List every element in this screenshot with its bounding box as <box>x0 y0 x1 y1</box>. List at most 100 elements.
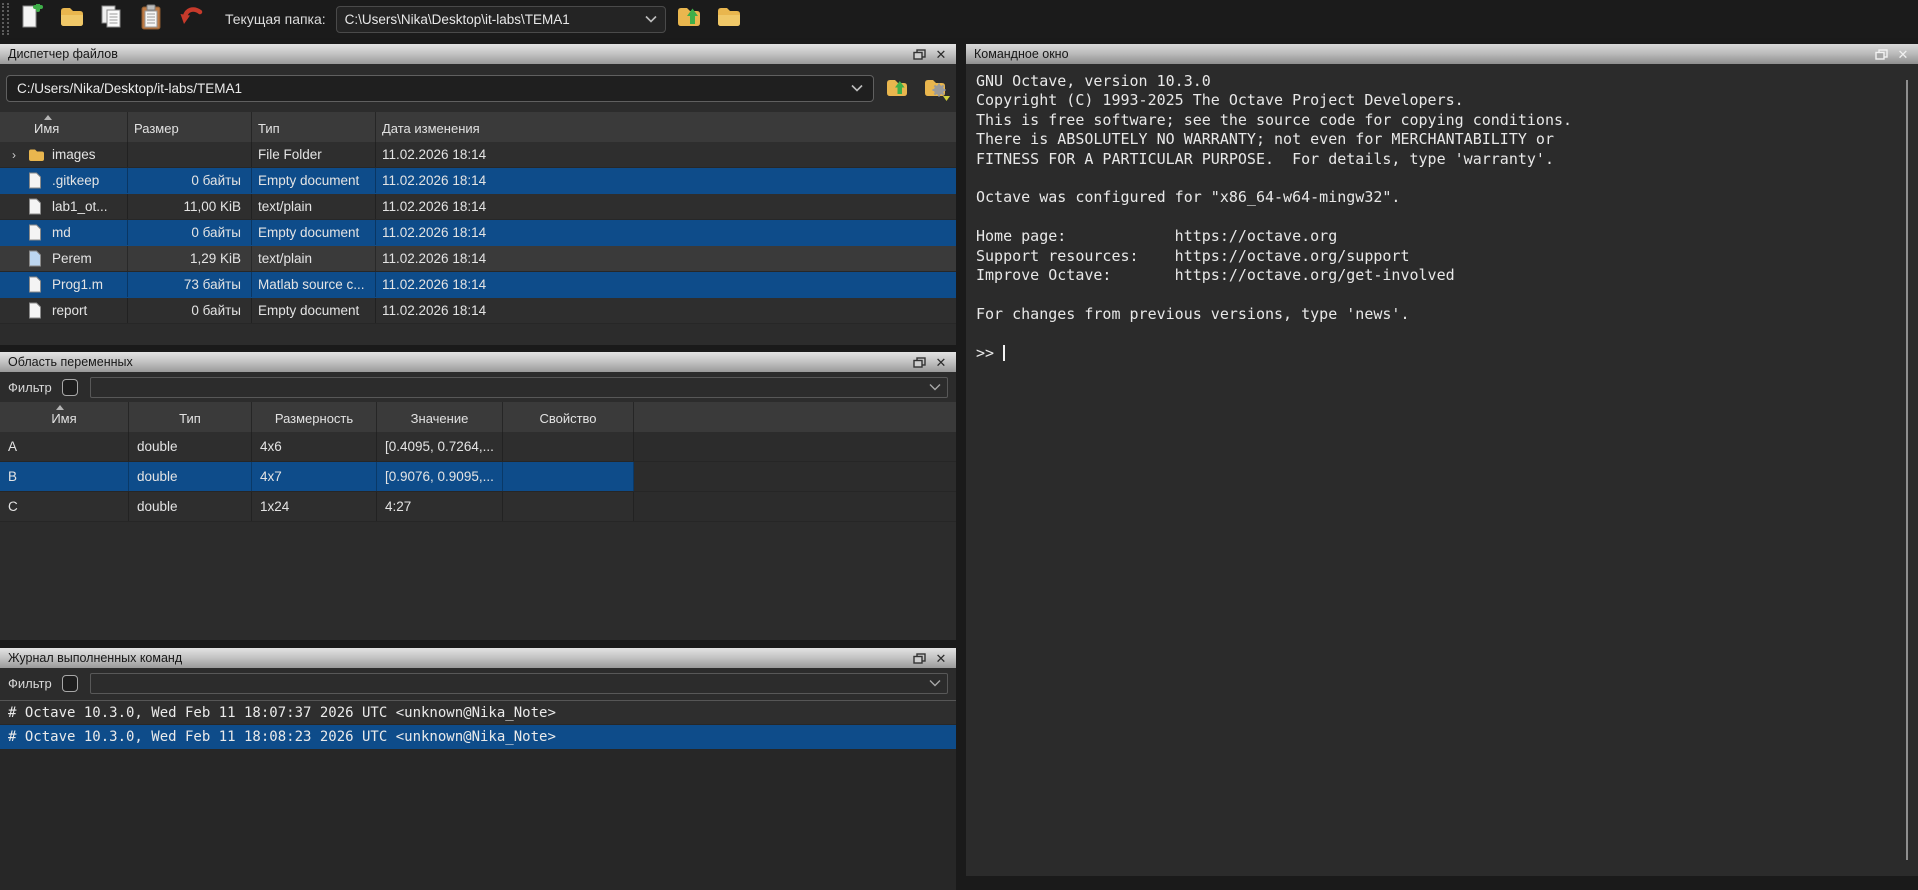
file-name-label: .gitkeep <box>52 173 99 188</box>
close-icon: ✕ <box>936 48 947 61</box>
command-history-panel: Журнал выполненных команд ✕ Фильтр # Oct… <box>0 648 956 890</box>
file-row-report[interactable]: report0 байтыEmpty document11.02.2026 18… <box>0 298 956 324</box>
file-browser-titlebar: Диспетчер файлов ✕ <box>0 44 956 64</box>
history-entry-1[interactable]: # Octave 10.3.0, Wed Feb 11 18:08:23 202… <box>0 725 956 749</box>
column-header-dimension[interactable]: Размерность <box>252 402 377 432</box>
file-date-cell: 11.02.2026 18:14 <box>376 168 956 193</box>
row-filler <box>634 492 956 521</box>
column-header-size[interactable]: Размер <box>128 112 252 142</box>
file-name-cell: .gitkeep <box>0 168 128 193</box>
file-name-cell: Perem <box>0 246 128 271</box>
variable-type-cell: double <box>129 432 252 461</box>
column-header-attribute[interactable]: Свойство <box>503 402 634 432</box>
column-header-name[interactable]: Имя <box>0 112 128 142</box>
open-file-button[interactable] <box>55 3 89 35</box>
column-header-filler <box>634 402 956 432</box>
file-name-cell: report <box>0 298 128 323</box>
command-window-content[interactable]: GNU Octave, version 10.3.0 Copyright (C)… <box>966 64 1918 876</box>
file-date-cell: 11.02.2026 18:14 <box>376 142 956 167</box>
workspace-title: Область переменных <box>8 355 908 369</box>
chevron-down-icon <box>929 679 941 687</box>
history-filter-row: Фильтр <box>0 668 956 698</box>
history-filter-combobox[interactable] <box>90 673 948 694</box>
workspace-filter-combobox[interactable] <box>90 377 948 398</box>
history-list: # Octave 10.3.0, Wed Feb 11 18:07:37 202… <box>0 700 956 890</box>
expand-chevron-icon[interactable]: › <box>12 148 28 162</box>
workspace-table-body: Adouble4x6[0.4095, 0.7264,...Bdouble4x7[… <box>0 432 956 522</box>
file-row-lab1_ot...[interactable]: lab1_ot...11,00 KiBtext/plain11.02.2026 … <box>0 194 956 220</box>
command-window-titlebar: Командное окно ✕ <box>966 44 1918 64</box>
browse-folder-button[interactable] <box>712 3 746 35</box>
file-size-cell: 1,29 KiB <box>128 246 252 271</box>
file-date-cell: 11.02.2026 18:14 <box>376 298 956 323</box>
file-date-cell: 11.02.2026 18:14 <box>376 246 956 271</box>
variable-dimension-cell: 4x6 <box>252 432 377 461</box>
paste-clipboard-icon <box>140 4 164 35</box>
file-size-cell: 0 байты <box>128 298 252 323</box>
file-icon <box>28 172 46 189</box>
file-browser-undock-button[interactable] <box>908 45 930 63</box>
command-history-close-button[interactable]: ✕ <box>930 649 952 667</box>
workspace-close-button[interactable]: ✕ <box>930 353 952 371</box>
history-entry-0[interactable]: # Octave 10.3.0, Wed Feb 11 18:07:37 202… <box>0 701 956 725</box>
open-folder-icon <box>59 6 85 33</box>
workspace-undock-button[interactable] <box>908 353 930 371</box>
command-window-panel: Командное окно ✕ GNU Octave, version 10.… <box>966 44 1918 890</box>
command-window-scrollbar[interactable] <box>1906 80 1908 860</box>
file-table-body: ›imagesFile Folder11.02.2026 18:14.gitke… <box>0 142 956 324</box>
file-row-md[interactable]: md0 байтыEmpty document11.02.2026 18:14 <box>0 220 956 246</box>
variable-row-C[interactable]: Cdouble1x244:27 <box>0 492 956 522</box>
variable-value-cell: [0.4095, 0.7264,... <box>377 432 503 461</box>
file-type-cell: Empty document <box>252 220 376 245</box>
toolbar-drag-handle[interactable] <box>2 3 9 35</box>
history-filter-checkbox[interactable] <box>62 675 78 692</box>
folder-up-button[interactable] <box>672 3 706 35</box>
new-script-button[interactable] <box>15 3 49 35</box>
file-name-cell: ›images <box>0 142 128 167</box>
file-row-Perem[interactable]: Perem1,29 KiBtext/plain11.02.2026 18:14 <box>0 246 956 272</box>
variable-type-cell: double <box>129 462 252 491</box>
undock-icon <box>913 49 926 60</box>
copy-icon <box>100 4 124 35</box>
command-window-close-button[interactable]: ✕ <box>1892 45 1914 63</box>
command-window-title: Командное окно <box>974 47 1870 61</box>
fm-actions-button[interactable] <box>920 75 950 101</box>
file-type-cell: Empty document <box>252 168 376 193</box>
column-header-value[interactable]: Значение <box>377 402 503 432</box>
chevron-down-icon <box>929 383 941 391</box>
fm-folder-up-button[interactable] <box>882 75 912 101</box>
file-row-images[interactable]: ›imagesFile Folder11.02.2026 18:14 <box>0 142 956 168</box>
file-icon <box>28 302 46 319</box>
file-date-cell: 11.02.2026 18:14 <box>376 220 956 245</box>
variable-row-A[interactable]: Adouble4x6[0.4095, 0.7264,... <box>0 432 956 462</box>
octave-main-window: Текущая папка: C:\Users\Nika\Desktop\it-… <box>0 0 1918 890</box>
file-browser-path-row: C:/Users/Nika/Desktop/it-labs/TEMA1 <box>0 64 956 112</box>
file-browser-path-combobox[interactable]: C:/Users/Nika/Desktop/it-labs/TEMA1 <box>6 75 874 102</box>
file-row-Prog1.m[interactable]: Prog1.m73 байтыMatlab source c...11.02.2… <box>0 272 956 298</box>
file-table-header: Имя Размер Тип Дата изменения <box>0 112 956 142</box>
file-row-.gitkeep[interactable]: .gitkeep0 байтыEmpty document11.02.2026 … <box>0 168 956 194</box>
file-type-cell: Matlab source c... <box>252 272 376 297</box>
undo-button[interactable] <box>175 3 209 35</box>
column-header-type[interactable]: Тип <box>129 402 252 432</box>
file-type-cell: text/plain <box>252 246 376 271</box>
file-browser-path-value: C:/Users/Nika/Desktop/it-labs/TEMA1 <box>17 81 851 96</box>
dropdown-arrow-icon <box>943 96 950 101</box>
column-header-date[interactable]: Дата изменения <box>376 112 956 142</box>
file-browser-close-button[interactable]: ✕ <box>930 45 952 63</box>
column-header-type[interactable]: Тип <box>252 112 376 142</box>
workspace-filter-checkbox[interactable] <box>62 379 78 396</box>
paste-button[interactable] <box>135 3 169 35</box>
copy-button[interactable] <box>95 3 129 35</box>
workspace-table-header: Имя Тип Размерность Значение Свойство <box>0 402 956 432</box>
variable-attribute-cell <box>503 492 634 521</box>
command-window-undock-button[interactable] <box>1870 45 1892 63</box>
file-name-cell: lab1_ot... <box>0 194 128 219</box>
file-icon <box>28 276 46 293</box>
command-history-undock-button[interactable] <box>908 649 930 667</box>
workspace-titlebar: Область переменных ✕ <box>0 352 956 372</box>
column-header-name[interactable]: Имя <box>0 402 129 432</box>
variable-row-B[interactable]: Bdouble4x7[0.9076, 0.9095,... <box>0 462 956 492</box>
current-folder-combobox[interactable]: C:\Users\Nika\Desktop\it-labs\TEMA1 <box>336 6 666 33</box>
file-icon <box>28 224 46 241</box>
